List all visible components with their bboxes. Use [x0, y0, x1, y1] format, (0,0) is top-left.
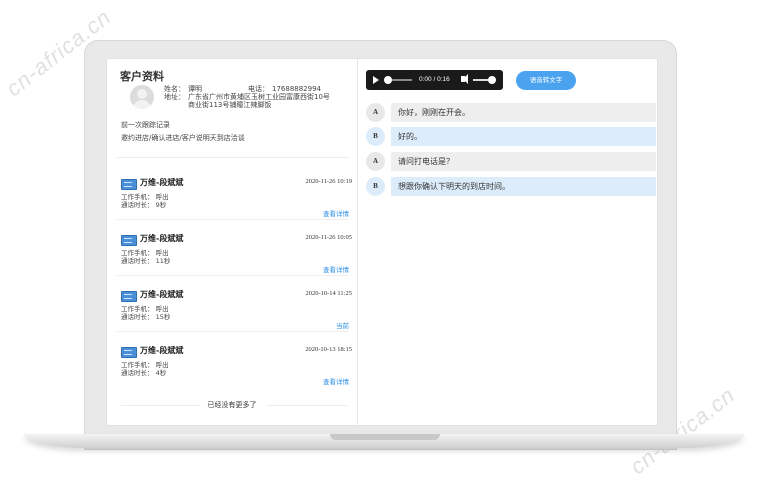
phone-card-icon	[121, 179, 137, 190]
divider	[117, 331, 349, 332]
call-duration: 通话时长： 9秒	[121, 201, 167, 209]
agent-name: 万维-段斌斌	[140, 234, 184, 243]
call-time: 2020-11-26 10:05	[305, 234, 352, 241]
speaker-badge: B	[366, 127, 385, 146]
customer-title: 客户资料	[120, 70, 164, 83]
call-time: 2020-10-14 11:25	[305, 290, 352, 297]
view-details-link[interactable]: 查看详情	[323, 208, 349, 218]
call-record-current: 万维-段斌斌 2020-10-14 11:25 工作手机： 呼出 通话时长： 1…	[121, 289, 352, 344]
volume-knob[interactable]	[487, 76, 496, 84]
transcript-text: 好的。	[391, 127, 656, 146]
player-time: 0:00 / 0:16	[419, 76, 450, 83]
transcript-line: B 好的。	[366, 127, 656, 146]
audio-player[interactable]: 0:00 / 0:16	[366, 70, 503, 90]
transcript-line: A 请问打电话是？	[366, 152, 656, 171]
transcript-text: 你好，刚刚在开会。	[391, 103, 656, 122]
agent-name: 万维-段斌斌	[140, 346, 184, 355]
call-record: 万维-段斌斌 2020-11-26 10:05 工作手机： 呼出 通话时长： 1…	[121, 233, 352, 288]
transcript-line: A 你好，刚刚在开会。	[366, 103, 656, 122]
volume-icon[interactable]	[461, 74, 468, 84]
current-record-label: 当前	[336, 322, 349, 330]
play-icon[interactable]	[373, 76, 379, 84]
call-time: 2020-10-13 18:15	[305, 346, 352, 353]
app-screen: 客户资料 姓名： 谭明 电话： 17688882994 地址： 广东省广州市黄埔…	[106, 58, 658, 426]
speaker-badge: A	[366, 152, 385, 171]
last-follow-label: 前一次跟踪记录	[121, 121, 170, 129]
phone-card-icon	[121, 235, 137, 246]
transcript-text: 想跟你确认下明天的到店时间。	[391, 177, 656, 196]
view-details-link[interactable]: 查看详情	[323, 376, 349, 386]
customer-panel: 客户资料 姓名： 谭明 电话： 17688882994 地址： 广东省广州市黄埔…	[107, 59, 357, 425]
divider	[117, 219, 349, 220]
call-duration: 通话时长： 4秒	[121, 369, 167, 377]
call-record: 万维-段斌斌 2020-11-26 10:19 工作手机： 呼出 通话时长： 9…	[121, 177, 352, 232]
divider	[117, 275, 349, 276]
address-label: 地址：	[164, 93, 185, 101]
progress-knob[interactable]	[384, 76, 392, 84]
transcript-text: 请问打电话是？	[391, 152, 656, 171]
agent-name: 万维-段斌斌	[140, 290, 184, 299]
laptop-notch	[330, 434, 440, 440]
call-duration: 通话时长： 15秒	[121, 313, 171, 321]
panel-divider	[357, 59, 358, 425]
phone-card-icon	[121, 291, 137, 302]
divider	[117, 157, 349, 158]
customer-address-line1: 广东省广州市黄埔区玉树工业园富康西街10号	[188, 93, 330, 101]
call-time: 2020-11-26 10:19	[305, 178, 352, 185]
customer-name: 谭明	[188, 85, 202, 93]
speaker-badge: B	[366, 177, 385, 196]
phone-label: 电话：	[248, 85, 269, 93]
call-record: 万维-段斌斌 2020-10-13 18:15 工作手机： 呼出 通话时长： 4…	[121, 345, 352, 400]
view-details-link[interactable]: 查看详情	[323, 264, 349, 274]
last-follow-text: 邀约进店/确认进店/客户说明天到店洽谈	[121, 134, 245, 142]
name-label: 姓名：	[164, 85, 185, 93]
no-more-text: 已经没有更多了	[207, 401, 257, 409]
speaker-badge: A	[366, 103, 385, 122]
speech-to-text-button[interactable]: 语音转文字	[516, 71, 576, 90]
customer-phone: 17688882994	[272, 85, 321, 93]
avatar	[130, 85, 154, 109]
customer-address-line2: 商业街113号铺瞳江辣脚饭	[188, 101, 272, 109]
call-duration: 通话时长： 11秒	[121, 257, 171, 265]
phone-card-icon	[121, 347, 137, 358]
agent-name: 万维-段斌斌	[140, 178, 184, 187]
transcript-line: B 想跟你确认下明天的到店时间。	[366, 177, 656, 196]
